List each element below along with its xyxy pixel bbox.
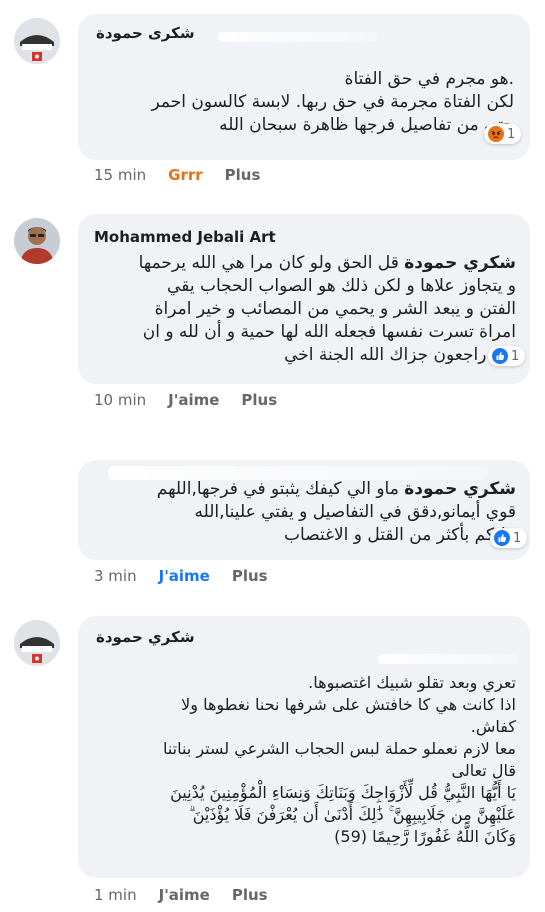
reaction-count: 1 <box>511 348 520 364</box>
avatar[interactable] <box>14 218 60 264</box>
comment-author[interactable]: شكرى حمودة <box>96 24 195 42</box>
comment-text: شكري حمودة ماو الي كيفك يثبتو في فرجها,ا… <box>86 478 516 547</box>
comment-actions: 1 min J'aime Plus <box>94 886 268 904</box>
comment-actions: 3 min J'aime Plus <box>94 567 268 585</box>
comment-bubble: شكرى حمودة .هو مجرم في حق الفتاة لكن الف… <box>78 14 530 160</box>
reaction-count: 1 <box>507 126 516 142</box>
avatar[interactable] <box>14 620 60 666</box>
like-button[interactable]: J'aime <box>159 886 210 904</box>
comment-text: شكري حمودة قل الحق ولو كان مرا هي الله ي… <box>86 252 516 367</box>
more-button[interactable]: Plus <box>241 391 277 409</box>
like-thumb-icon <box>494 530 510 546</box>
mention-link[interactable]: شكري حمودة <box>404 479 516 499</box>
reaction-summary[interactable]: 1 <box>488 346 526 366</box>
reaction-button[interactable]: Grrr <box>168 166 203 184</box>
redaction-blur <box>378 654 518 664</box>
comment-text: .هو مجرم في حق الفتاة لكن الفتاة مجرمة ف… <box>151 69 514 135</box>
more-button[interactable]: Plus <box>225 166 261 184</box>
more-button[interactable]: Plus <box>232 886 268 904</box>
like-button[interactable]: J'aime <box>168 391 219 409</box>
redaction-blur <box>218 32 378 42</box>
comment-text: تعري وبعد تقلو شبيك اغتصبوها. اذا كانت ه… <box>162 673 516 846</box>
comment-timestamp[interactable]: 1 min <box>94 886 137 904</box>
like-thumb-icon <box>492 348 508 364</box>
comment-author[interactable]: Mohammed Jebali Art <box>94 228 276 246</box>
avatar-image <box>14 620 60 666</box>
avatar-image <box>14 18 60 64</box>
comment-actions: 10 min J'aime Plus <box>94 391 277 409</box>
comment-author[interactable]: شكري حمودة <box>96 628 195 646</box>
comment-timestamp[interactable]: 10 min <box>94 391 146 409</box>
reaction-count: 1 <box>513 530 522 546</box>
like-button[interactable]: J'aime <box>159 567 210 585</box>
avatar[interactable] <box>14 18 60 64</box>
comment-timestamp[interactable]: 3 min <box>94 567 137 585</box>
reaction-summary[interactable]: 1 <box>490 528 528 548</box>
more-button[interactable]: Plus <box>232 567 268 585</box>
angry-face-icon <box>488 126 504 142</box>
comment-bubble: شكري حمودة ماو الي كيفك يثبتو في فرجها,ا… <box>78 460 530 560</box>
reaction-summary[interactable]: 1 <box>484 124 522 144</box>
avatar-image <box>14 218 60 264</box>
comment-actions: 15 min Grrr Plus <box>94 166 260 184</box>
comment-timestamp[interactable]: 15 min <box>94 166 146 184</box>
comment-bubble: Mohammed Jebali Art شكري حمودة قل الحق و… <box>78 214 530 384</box>
mention-link[interactable]: شكري حمودة <box>404 253 516 273</box>
comment-bubble: شكري حمودة تعري وبعد تقلو شبيك اغتصبوها.… <box>78 616 530 878</box>
